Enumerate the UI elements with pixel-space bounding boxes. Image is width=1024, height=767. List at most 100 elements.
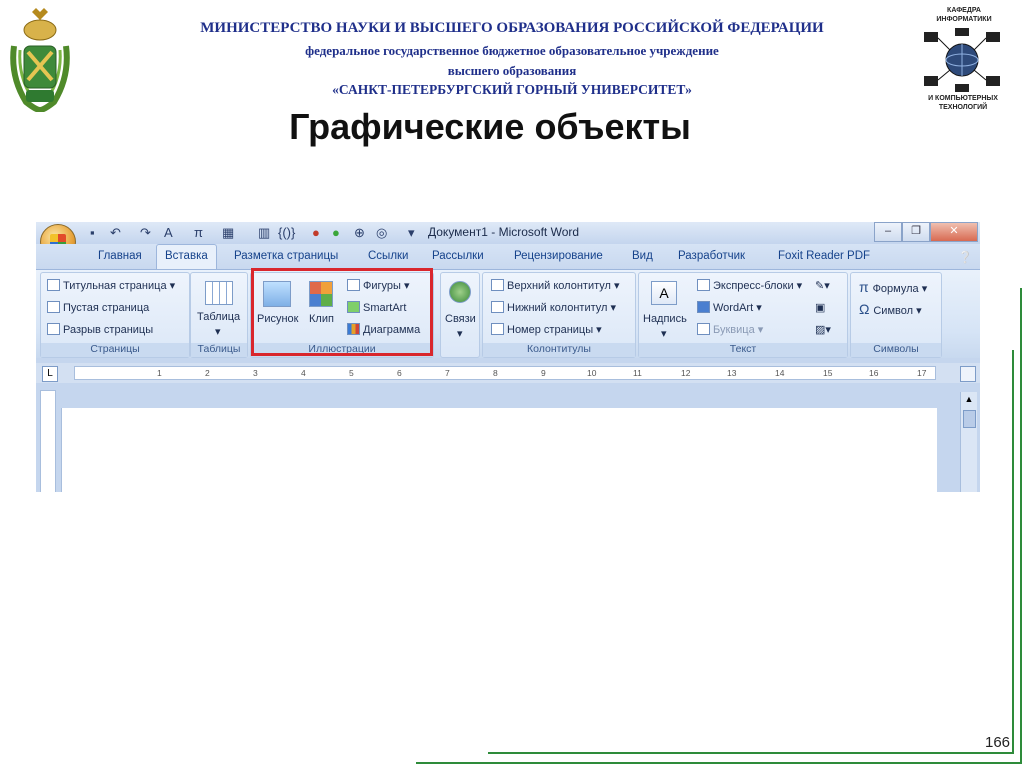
drop-cap-button[interactable]: Буквица ▾ — [697, 323, 763, 336]
decor-line-vertical-2 — [1012, 350, 1014, 754]
quick-parts-label: Экспресс-блоки — [713, 280, 794, 292]
group-links: Связи ▾ — [440, 272, 480, 358]
ruler-number: 11 — [633, 368, 642, 378]
scroll-thumb[interactable] — [963, 410, 976, 428]
cover-page-button[interactable]: Титульная страница ▾ — [47, 279, 175, 292]
table-icon[interactable]: ▥ — [258, 225, 270, 241]
ruler-number: 12 — [681, 368, 691, 378]
links-button[interactable]: Связи — [445, 313, 476, 325]
header-icon — [491, 279, 504, 291]
header-institution-type: федеральное государственное бюджетное об… — [305, 43, 719, 58]
omega-icon: Ω — [859, 301, 874, 317]
quick-parts-icon — [697, 279, 710, 291]
tab-selector-button[interactable]: L — [42, 366, 58, 382]
header-button[interactable]: Верхний колонтитул ▾ — [491, 279, 620, 292]
minimize-button[interactable]: – — [874, 222, 902, 242]
department-logo-top-text: КАФЕДРА ИНФОРМАТИКИ — [936, 7, 992, 23]
pi-icon[interactable]: π — [194, 225, 203, 240]
tab-mailings[interactable]: Рассылки — [432, 250, 484, 262]
decor-line-vertical-1 — [1020, 288, 1022, 764]
network-globe-icon — [924, 28, 1000, 92]
tab-review[interactable]: Рецензирование — [514, 250, 603, 262]
customize-qat-icon[interactable]: ▾ — [408, 225, 415, 241]
picture-icon[interactable]: ▦ — [222, 225, 234, 241]
bookmark-icon[interactable]: ⊕ — [354, 225, 365, 241]
quick-parts-button[interactable]: Экспресс-блоки ▾ — [697, 279, 802, 292]
ruler-number: 10 — [587, 368, 597, 378]
redo-icon[interactable]: ↷ — [140, 225, 151, 241]
word-window: ▪ ↶ ↷ A π ▦ ▥ {()} ● ● ⊕ ◎ ▾ Документ1 -… — [36, 222, 980, 492]
close-button[interactable]: ✕ — [930, 222, 978, 242]
textbox-dropdown-arrow[interactable]: ▾ — [661, 327, 667, 340]
tab-view[interactable]: Вид — [632, 250, 653, 262]
blank-page-button[interactable]: Пустая страница — [47, 301, 149, 314]
save-icon[interactable]: ▪ — [90, 225, 95, 240]
page-break-label: Разрыв страницы — [63, 324, 154, 336]
group-label-pages: Страницы — [41, 343, 189, 357]
cover-page-label: Титульная страница — [63, 280, 167, 292]
ruler-number: 2 — [205, 368, 210, 378]
header-university-name: «САНКТ-ПЕТЕРБУРГСКИЙ ГОРНЫЙ УНИВЕРСИТЕТ» — [332, 82, 692, 97]
globe-icon[interactable]: ◎ — [376, 225, 387, 241]
header-education-level: высшего образования — [447, 63, 577, 78]
group-symbols: π Формула ▾ Ω Символ ▾ Символы — [850, 272, 942, 358]
object-icon[interactable]: ▨▾ — [815, 323, 831, 336]
green-circle-icon[interactable]: ● — [332, 225, 340, 240]
ruler-number: 13 — [727, 368, 737, 378]
group-tables: Таблица ▾ Таблицы — [190, 272, 248, 358]
date-time-icon[interactable]: ▣ — [815, 301, 825, 314]
footer-label: Нижний колонтитул — [507, 302, 608, 314]
wordart-label: WordArt — [713, 302, 754, 314]
page-number-label: Номер страницы — [507, 324, 594, 336]
horizontal-ruler: 1 2 3 4 5 6 7 8 9 10 11 12 13 14 15 16 1… — [74, 366, 936, 380]
decor-line-horizontal-2 — [488, 752, 1014, 754]
ruler-number: 7 — [445, 368, 450, 378]
footer-icon — [491, 301, 504, 313]
footer-button[interactable]: Нижний колонтитул ▾ — [491, 301, 616, 314]
tab-references[interactable]: Ссылки — [368, 250, 409, 262]
page-number: 166 — [985, 734, 1011, 751]
blank-page-label: Пустая страница — [63, 302, 150, 314]
ruler-number: 1 — [157, 368, 162, 378]
drop-cap-label: Буквица — [713, 324, 755, 336]
vertical-ruler — [40, 390, 56, 492]
page-number-icon — [491, 323, 504, 335]
vertical-scrollbar[interactable]: ▲ — [960, 392, 977, 492]
equation-button[interactable]: π Формула ▾ — [859, 279, 927, 295]
pi-icon: π — [859, 279, 873, 295]
ruler-number: 6 — [397, 368, 402, 378]
help-icon[interactable]: ❔ — [958, 250, 972, 264]
field-icon[interactable]: {()} — [278, 225, 295, 240]
blank-page-icon — [47, 301, 60, 313]
links-dropdown-arrow[interactable]: ▾ — [457, 327, 463, 340]
document-page[interactable] — [61, 408, 937, 492]
wordart-button[interactable]: WordArt ▾ — [697, 301, 762, 314]
tab-page-layout[interactable]: Разметка страницы — [234, 250, 338, 262]
undo-icon[interactable]: ↶ — [110, 225, 121, 241]
font-color-icon[interactable]: A — [164, 225, 173, 240]
table-dropdown-arrow[interactable]: ▾ — [215, 325, 221, 338]
textbox-big-icon: A — [651, 281, 677, 305]
header-label: Верхний колонтитул — [507, 280, 611, 292]
view-ruler-icon[interactable] — [960, 366, 976, 382]
textbox-button[interactable]: Надпись — [643, 313, 687, 325]
page-break-button[interactable]: Разрыв страницы — [47, 323, 153, 336]
table-big-icon — [205, 281, 233, 305]
ruler-number: 3 — [253, 368, 258, 378]
tab-developer[interactable]: Разработчик — [678, 250, 745, 262]
tab-foxit[interactable]: Foxit Reader PDF — [778, 250, 870, 262]
group-label-symbols: Символы — [851, 343, 941, 357]
tab-home[interactable]: Главная — [98, 250, 142, 262]
ruler-number: 16 — [869, 368, 879, 378]
symbol-button[interactable]: Ω Символ ▾ — [859, 301, 922, 317]
ruler-number: 8 — [493, 368, 498, 378]
scroll-up-arrow[interactable]: ▲ — [963, 394, 975, 406]
signature-line-icon[interactable]: ✎▾ — [815, 279, 830, 292]
ribbon: Титульная страница ▾ Пустая страница Раз… — [36, 269, 980, 358]
restore-button[interactable]: ❐ — [902, 222, 930, 242]
document-title: Документ1 - Microsoft Word — [428, 225, 580, 239]
table-button[interactable]: Таблица — [197, 311, 240, 323]
page-number-button[interactable]: Номер страницы ▾ — [491, 323, 602, 336]
group-header-footer: Верхний колонтитул ▾ Нижний колонтитул ▾… — [482, 272, 636, 358]
stamp-icon[interactable]: ● — [312, 225, 320, 240]
